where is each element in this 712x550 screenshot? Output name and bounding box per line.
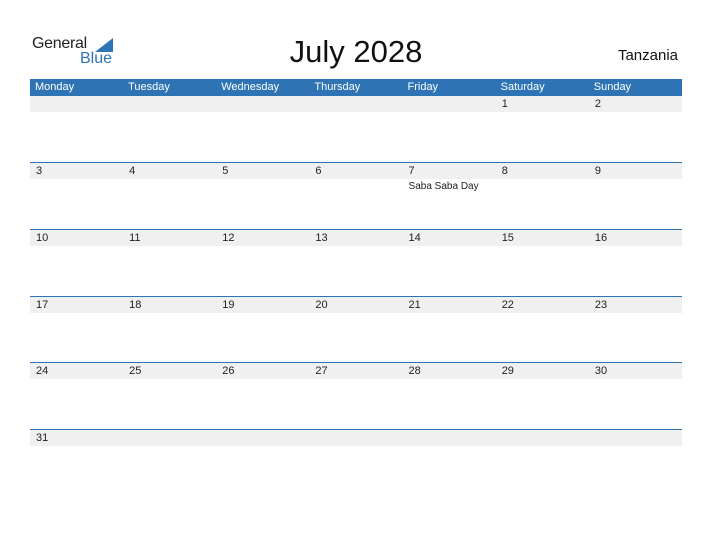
day-cell[interactable]: 25: [123, 363, 216, 429]
day-number: 19: [222, 299, 235, 311]
day-number: 8: [501, 165, 508, 177]
day-cell: [309, 430, 402, 496]
week-row: 24 25 26 27 28 29 30: [30, 362, 682, 430]
day-cell[interactable]: 5: [216, 163, 309, 229]
day-number: 26: [222, 365, 235, 377]
day-cell: [123, 96, 216, 162]
day-number: 16: [594, 232, 608, 244]
weekday-friday: Friday: [407, 81, 439, 93]
day-number: 2: [594, 98, 601, 110]
day-number: 24: [36, 365, 49, 377]
day-cell[interactable]: 22: [496, 297, 589, 363]
day-cell[interactable]: 8: [496, 163, 589, 229]
day-number: 17: [36, 299, 49, 311]
day-number: 20: [315, 299, 328, 311]
day-number: 10: [36, 232, 49, 244]
day-cell: [30, 96, 123, 162]
day-cell[interactable]: 20: [309, 297, 402, 363]
weekday-thursday: Thursday: [314, 81, 361, 93]
day-cell[interactable]: 9: [589, 163, 682, 229]
weekday-sunday: Sunday: [593, 81, 632, 93]
day-cell[interactable]: 27: [309, 363, 402, 429]
week-row: 10 11 12 13 14 15 16: [30, 229, 682, 297]
day-number: 29: [501, 365, 514, 377]
day-number: 11: [129, 232, 141, 244]
weekday-saturday: Saturday: [500, 81, 545, 93]
day-cell[interactable]: 29: [496, 363, 589, 429]
day-number: 14: [408, 232, 421, 244]
day-cell: [589, 430, 682, 496]
day-cell[interactable]: 13: [309, 230, 402, 296]
day-number: 23: [594, 299, 608, 311]
day-cell[interactable]: 10: [30, 230, 123, 296]
day-number: 22: [501, 299, 514, 311]
country-label: Tanzania: [617, 47, 678, 64]
day-number: 12: [222, 232, 235, 244]
weekday-monday: Monday: [35, 81, 75, 93]
day-cell: [403, 96, 496, 162]
day-number: 5: [222, 165, 229, 177]
day-number: 18: [129, 299, 142, 311]
day-number: 28: [408, 365, 421, 377]
day-number: 1: [501, 98, 508, 110]
day-cell[interactable]: 7 Saba Saba Day: [403, 163, 496, 229]
day-number: 4: [129, 165, 136, 177]
day-cell: [309, 96, 402, 162]
day-number: 3: [36, 165, 43, 177]
day-number: 30: [594, 365, 608, 377]
day-cell[interactable]: 21: [403, 297, 496, 363]
day-cell: [496, 430, 589, 496]
weekday-tuesday: Tuesday: [128, 81, 170, 93]
day-cell[interactable]: 15: [496, 230, 589, 296]
day-cell[interactable]: 31: [30, 430, 123, 496]
day-cell[interactable]: 2: [589, 96, 682, 162]
day-number: 13: [315, 232, 328, 244]
day-number: 6: [315, 165, 322, 177]
day-number: 21: [408, 299, 421, 311]
day-cell[interactable]: 6: [309, 163, 402, 229]
day-number: 15: [501, 232, 514, 244]
day-cell[interactable]: 3: [30, 163, 123, 229]
day-cell[interactable]: 23: [589, 297, 682, 363]
week-row: 3 4 5 6 7 Saba Saba Day 8 9: [30, 162, 682, 230]
day-cell[interactable]: 11: [123, 230, 216, 296]
day-number: 27: [315, 365, 328, 377]
day-cell[interactable]: 17: [30, 297, 123, 363]
day-cell[interactable]: 28: [403, 363, 496, 429]
day-cell[interactable]: 16: [589, 230, 682, 296]
day-cell[interactable]: 30: [589, 363, 682, 429]
weekday-wednesday: Wednesday: [221, 81, 280, 93]
day-cell: [216, 96, 309, 162]
day-cell[interactable]: 24: [30, 363, 123, 429]
weekday-header: Monday Tuesday Wednesday Thursday Friday…: [30, 79, 682, 96]
week-row: 17 18 19 20 21 22 23: [30, 296, 682, 364]
day-cell[interactable]: 19: [216, 297, 309, 363]
day-cell[interactable]: 12: [216, 230, 309, 296]
day-number: 31: [36, 432, 49, 444]
calendar-title: July 2028: [289, 34, 423, 69]
day-cell: [403, 430, 496, 496]
day-cell[interactable]: 26: [216, 363, 309, 429]
day-number: 9: [594, 165, 601, 177]
day-number: 25: [129, 365, 142, 377]
day-cell[interactable]: 18: [123, 297, 216, 363]
day-cell: [216, 430, 309, 496]
week-row: 12: [30, 96, 682, 163]
holiday-label: Saba Saba Day: [408, 181, 479, 192]
week-row: 31: [30, 429, 682, 497]
day-number: 7: [408, 165, 415, 177]
day-cell[interactable]: 14: [403, 230, 496, 296]
day-cell[interactable]: 1: [496, 96, 589, 162]
day-cell: [123, 430, 216, 496]
day-cell[interactable]: 4: [123, 163, 216, 229]
